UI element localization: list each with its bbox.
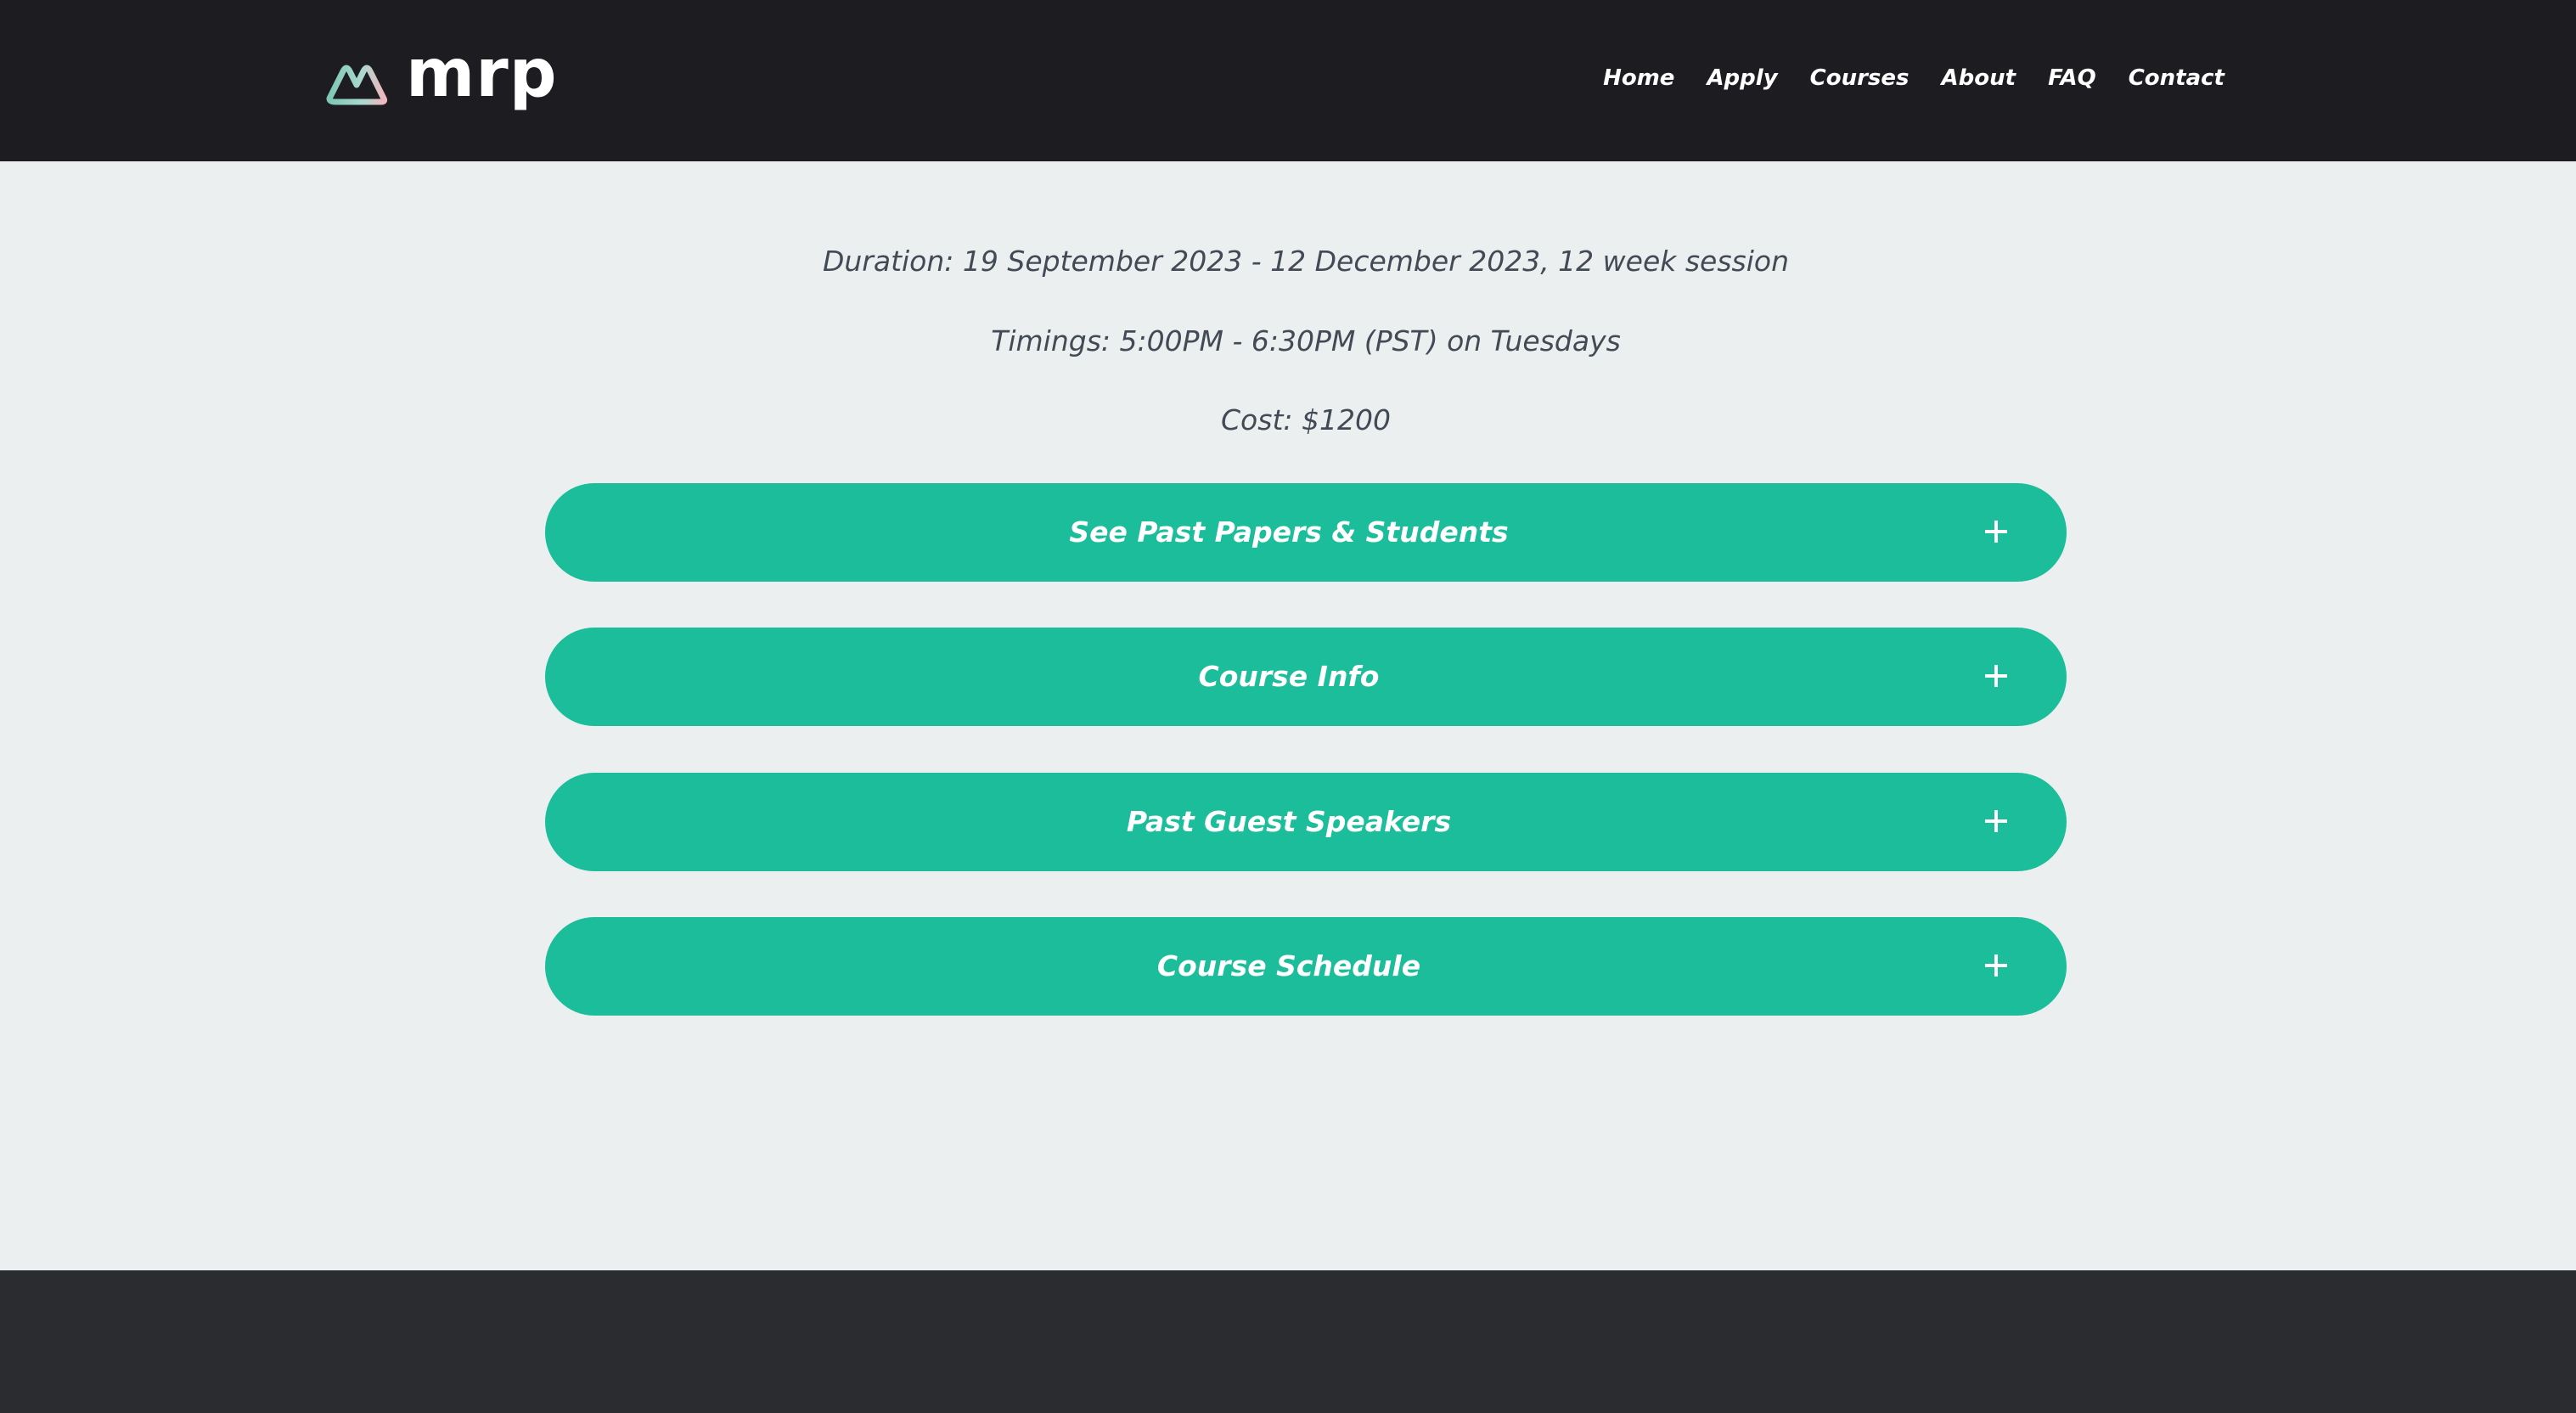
plus-icon (1985, 810, 2007, 832)
site-footer (0, 1270, 2576, 1413)
nav-courses[interactable]: Courses (1810, 61, 1910, 95)
accordion-course-schedule[interactable]: Course Schedule (545, 917, 2067, 1016)
nav-home[interactable]: Home (1603, 61, 1674, 95)
main-nav: Home Apply Courses About FAQ Contact (1571, 61, 2224, 95)
accordion-title: Course Info (1198, 660, 1380, 693)
nav-apply[interactable]: Apply (1707, 61, 1777, 95)
course-details: Duration: 19 September 2023 - 12 Decembe… (0, 161, 2576, 1270)
plus-icon (1985, 665, 2007, 687)
accordion-guest-speakers[interactable]: Past Guest Speakers (545, 773, 2067, 871)
course-timings: Timings: 5:00PM - 6:30PM (PST) on Tuesda… (991, 324, 1621, 357)
logo-text: mrp (406, 36, 558, 112)
plus-icon (1985, 954, 2007, 977)
site-header: mrp Home Apply Courses About FAQ Contact (0, 0, 2576, 161)
accordion-title: Past Guest Speakers (1126, 805, 1452, 838)
accordion-title: See Past Papers & Students (1069, 515, 1509, 549)
accordion-course-info[interactable]: Course Info (545, 628, 2067, 726)
mountain-logo-icon (326, 65, 388, 105)
plus-icon (1985, 521, 2007, 543)
course-cost: Cost: $1200 (1221, 403, 1391, 436)
accordion-title: Course Schedule (1156, 949, 1421, 982)
nav-about[interactable]: About (1942, 61, 2016, 95)
nav-faq[interactable]: FAQ (2048, 61, 2096, 95)
site-logo[interactable]: mrp (323, 41, 558, 114)
nav-contact[interactable]: Contact (2129, 61, 2224, 95)
accordion-past-papers[interactable]: See Past Papers & Students (545, 483, 2067, 582)
course-duration: Duration: 19 September 2023 - 12 Decembe… (822, 245, 1790, 278)
